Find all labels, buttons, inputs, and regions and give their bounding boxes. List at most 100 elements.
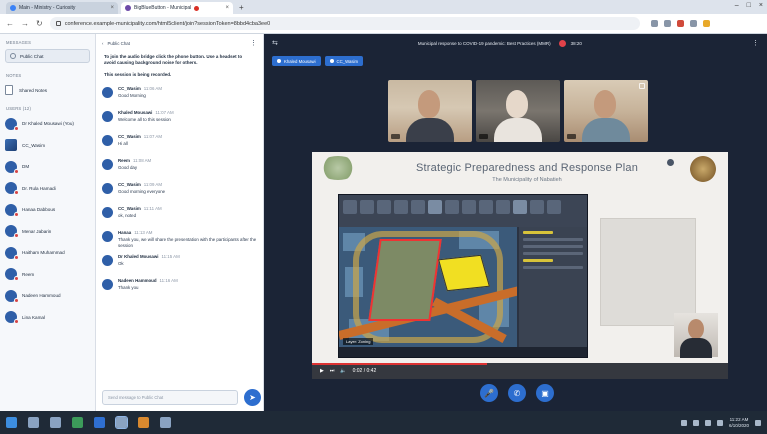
reload-icon[interactable]: ↻ [36, 19, 43, 28]
layer-row[interactable] [523, 259, 553, 262]
extension-icon[interactable] [689, 20, 697, 27]
avatar [102, 207, 113, 218]
video-progress-bar[interactable] [312, 363, 487, 365]
start-icon[interactable] [6, 417, 17, 428]
tool-icon[interactable] [479, 200, 493, 214]
tool-icon[interactable] [394, 200, 408, 214]
fullscreen-icon[interactable] [639, 83, 645, 89]
user-list-item[interactable]: Reem [0, 264, 95, 286]
tool-icon[interactable] [445, 200, 459, 214]
layer-row[interactable] [523, 238, 583, 241]
microphone-button[interactable]: 🎤 [480, 384, 498, 402]
extension-icon[interactable] [676, 20, 684, 27]
tool-icon[interactable] [343, 200, 357, 214]
back-icon[interactable]: ← [6, 19, 14, 28]
maximize-icon[interactable]: □ [747, 2, 751, 9]
tool-icon[interactable] [530, 200, 544, 214]
message-time: 11:13 AM [134, 230, 153, 235]
tool-icon[interactable] [428, 200, 442, 214]
user-list-item[interactable]: Dr Khaled Mousawi (You) [0, 113, 95, 135]
message-time: 11:07 AM [155, 110, 174, 115]
battery-icon[interactable] [704, 419, 711, 426]
chat-message-input[interactable]: Send message to Public Chat [102, 390, 238, 405]
message-text: Good Morning [118, 93, 146, 98]
volume-icon[interactable] [692, 419, 699, 426]
send-message-button[interactable]: ➤ [244, 389, 261, 406]
app-icon[interactable] [72, 417, 83, 428]
public-chat-item[interactable]: Public Chat [5, 49, 90, 63]
tool-icon[interactable] [547, 200, 561, 214]
lock-icon [55, 21, 61, 26]
webcam-tile[interactable] [564, 80, 648, 142]
tool-icon[interactable] [360, 200, 374, 214]
browser-tab[interactable]: Main - Ministry - Curiosity × [6, 2, 118, 14]
play-icon[interactable]: ▶ [320, 368, 324, 374]
hide-chat-icon[interactable]: ‹ [102, 41, 103, 46]
extension-icon[interactable] [663, 20, 671, 27]
system-clock[interactable]: 11:22 AM 6/10/2020 [729, 417, 749, 428]
participant-body [680, 338, 712, 358]
user-list-item[interactable]: Menar Jabarin [0, 221, 95, 243]
tool-icon[interactable] [462, 200, 476, 214]
chrome-icon[interactable] [115, 416, 128, 429]
app-icon[interactable] [160, 417, 171, 428]
message-text: Ok [118, 261, 124, 266]
close-tab-icon[interactable]: × [225, 5, 229, 11]
minimize-icon[interactable]: – [735, 2, 739, 9]
camera-button[interactable]: ▣ [536, 384, 554, 402]
file-explorer-icon[interactable] [50, 417, 61, 428]
close-window-icon[interactable]: × [759, 2, 763, 9]
muted-mic-icon [14, 276, 19, 282]
user-list-item[interactable]: Dr. Rula Hamadi [0, 178, 95, 200]
presenter-webcam[interactable] [674, 313, 718, 358]
tool-icon[interactable] [496, 200, 510, 214]
user-list-item[interactable]: Lina Kamal [0, 307, 95, 329]
next-icon[interactable]: ⏭ [330, 368, 335, 374]
tool-icon[interactable] [377, 200, 391, 214]
address-bar[interactable]: conference.example-municipality.com/html… [49, 17, 640, 30]
network-icon[interactable] [680, 419, 687, 426]
message-time: 11:09 AM [143, 182, 163, 187]
meeting-title: Municipal response to COVID-19 pandemic:… [417, 40, 551, 46]
user-list-item[interactable]: Haitham Muhammad [0, 242, 95, 264]
app-icon[interactable] [94, 417, 105, 428]
users-section-label: USERS (12) [6, 106, 32, 111]
app-icon[interactable] [138, 417, 149, 428]
chat-options-icon[interactable]: ⋮ [250, 39, 257, 47]
user-list-item[interactable]: Nadeen Hammoud [0, 285, 95, 307]
avatar [102, 87, 113, 98]
tool-icon[interactable] [513, 200, 527, 214]
user-list-item[interactable]: Hanaa Dabbous [0, 199, 95, 221]
close-tab-icon[interactable]: × [110, 5, 114, 11]
tool-icon[interactable] [411, 200, 425, 214]
user-list-item[interactable]: DM [0, 156, 95, 178]
settings-icon[interactable] [667, 159, 674, 166]
webcam-tile[interactable] [476, 80, 560, 142]
toggle-panels-icon[interactable]: ⇆ [272, 39, 278, 47]
language-icon[interactable] [716, 419, 723, 426]
layer-row[interactable] [523, 231, 553, 234]
search-icon[interactable] [28, 417, 39, 428]
layer-row[interactable] [523, 266, 583, 269]
recording-icon[interactable] [558, 39, 566, 47]
satellite-map-view[interactable] [339, 227, 517, 349]
forward-icon[interactable]: → [21, 19, 29, 28]
layer-row[interactable] [523, 245, 583, 248]
user-name: Reem [22, 271, 35, 277]
user-list-item[interactable]: CC_Wasim [0, 135, 95, 157]
browser-tab-active[interactable]: BigBlueButton - Municipal × [121, 2, 233, 14]
talker-name: Khaled Mousawi [284, 58, 316, 64]
message-text: Good morning everyone [118, 189, 166, 194]
new-tab-button[interactable]: + [236, 2, 247, 14]
profile-avatar-icon[interactable] [702, 20, 710, 27]
notifications-icon[interactable] [755, 419, 761, 426]
webcam-tile[interactable] [388, 80, 472, 142]
extension-icon[interactable] [650, 20, 658, 27]
layer-row[interactable] [523, 252, 583, 255]
phone-leave-audio-button[interactable]: ✆ [508, 384, 526, 402]
shared-notes-item[interactable]: Shared Notes [5, 83, 90, 97]
muted-mic-icon [14, 190, 19, 196]
volume-icon[interactable]: 🔈 [340, 368, 346, 374]
options-menu-icon[interactable]: ⋮ [752, 39, 759, 47]
chat-title: Public Chat [107, 40, 130, 46]
